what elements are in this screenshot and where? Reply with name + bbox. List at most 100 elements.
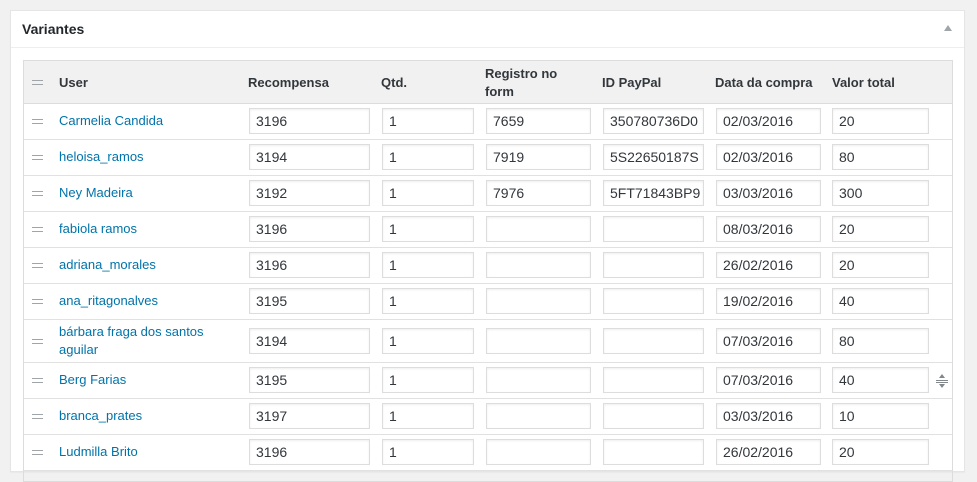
user-link[interactable]: branca_prates [59, 407, 229, 425]
qtd-input[interactable]: 1 [382, 328, 474, 354]
qtd-input[interactable]: 1 [382, 108, 474, 134]
table-row: branca_prates 3197 1 03/03/2016 10 [24, 399, 952, 435]
qtd-input[interactable]: 1 [382, 180, 474, 206]
paypal-input[interactable] [603, 439, 704, 465]
registro-input[interactable]: 7919 [486, 144, 591, 170]
data-input[interactable]: 07/03/2016 [716, 367, 821, 393]
variants-table: User Recompensa Qtd. Registro no form ID… [23, 60, 953, 482]
paypal-input[interactable]: 5S22650187S [603, 144, 704, 170]
header-user: User [59, 75, 88, 90]
registro-input[interactable] [486, 252, 591, 278]
registro-input[interactable]: 7976 [486, 180, 591, 206]
data-input[interactable]: 02/03/2016 [716, 144, 821, 170]
valor-input[interactable]: 300 [832, 180, 929, 206]
header-registro: Registro no form [485, 66, 558, 99]
qtd-input[interactable]: 1 [382, 252, 474, 278]
user-link[interactable]: Berg Farias [59, 371, 229, 389]
qtd-input[interactable]: 1 [382, 288, 474, 314]
table-header: User Recompensa Qtd. Registro no form ID… [24, 61, 952, 104]
variantes-panel: Variantes User Recompensa Qtd. Registro … [10, 10, 965, 482]
collapse-toggle-icon[interactable] [944, 25, 952, 31]
qtd-input[interactable]: 1 [382, 144, 474, 170]
table-row: Ney Madeira 3192 1 7976 5FT71843BP9 03/03/201… [24, 176, 952, 212]
header-qtd: Qtd. [381, 75, 407, 90]
valor-input[interactable]: 80 [832, 328, 929, 354]
recompensa-input[interactable]: 3196 [249, 252, 370, 278]
valor-input[interactable]: 10 [832, 403, 929, 429]
data-input[interactable]: 08/03/2016 [716, 216, 821, 242]
user-link[interactable]: bárbara fraga dos santos aguilar [59, 323, 229, 359]
qtd-input[interactable]: 1 [382, 439, 474, 465]
recompensa-input[interactable]: 3195 [249, 367, 370, 393]
table-row: adriana_morales 3196 1 26/02/2016 20 [24, 248, 952, 284]
recompensa-input[interactable]: 3195 [249, 288, 370, 314]
table-row: bárbara fraga dos santos aguilar 3194 1 07/… [24, 320, 952, 363]
qtd-input[interactable]: 1 [382, 367, 474, 393]
valor-input[interactable]: 20 [832, 252, 929, 278]
drag-handle-icon[interactable] [32, 263, 43, 268]
recompensa-input[interactable]: 3196 [249, 216, 370, 242]
paypal-input[interactable] [603, 328, 704, 354]
paypal-input[interactable] [603, 367, 704, 393]
panel-title: Variantes [22, 21, 85, 37]
data-input[interactable]: 19/02/2016 [716, 288, 821, 314]
drag-handle-icon[interactable] [32, 414, 43, 419]
valor-input[interactable]: 20 [832, 216, 929, 242]
user-link[interactable]: adriana_morales [59, 256, 229, 274]
drag-handle-icon[interactable] [32, 119, 43, 124]
valor-input[interactable]: 20 [832, 439, 929, 465]
user-link[interactable]: ana_ritagonalves [59, 292, 229, 310]
recompensa-input[interactable]: 3197 [249, 403, 370, 429]
paypal-input[interactable] [603, 403, 704, 429]
registro-input[interactable] [486, 328, 591, 354]
recompensa-input[interactable]: 3194 [249, 328, 370, 354]
vertical-resize-icon[interactable] [936, 374, 948, 388]
user-link[interactable]: Ney Madeira [59, 184, 229, 202]
drag-handle-icon[interactable] [32, 227, 43, 232]
paypal-input[interactable] [603, 288, 704, 314]
qtd-input[interactable]: 1 [382, 216, 474, 242]
data-input[interactable]: 26/02/2016 [716, 439, 821, 465]
drag-handle-icon [32, 80, 43, 85]
paypal-input[interactable]: 350780736D0 [603, 108, 704, 134]
header-paypal: ID PayPal [602, 75, 662, 90]
data-input[interactable]: 03/03/2016 [716, 180, 821, 206]
paypal-input[interactable]: 5FT71843BP9 [603, 180, 704, 206]
drag-handle-icon[interactable] [32, 299, 43, 304]
table-row: Ludmilla Brito 3196 1 26/02/2016 20 [24, 435, 952, 471]
paypal-input[interactable] [603, 216, 704, 242]
header-recompensa: Recompensa [248, 75, 329, 90]
user-link[interactable]: heloisa_ramos [59, 148, 229, 166]
valor-input[interactable]: 40 [832, 367, 929, 393]
user-link[interactable]: Ludmilla Brito [59, 443, 229, 461]
recompensa-input[interactable]: 3196 [249, 108, 370, 134]
data-input[interactable]: 03/03/2016 [716, 403, 821, 429]
drag-handle-icon[interactable] [32, 155, 43, 160]
table-row: Berg Farias 3195 1 07/03/2016 40 [24, 363, 952, 399]
drag-handle-icon[interactable] [32, 191, 43, 196]
drag-handle-icon[interactable] [32, 339, 43, 344]
valor-input[interactable]: 20 [832, 108, 929, 134]
table-row: heloisa_ramos 3194 1 7919 5S22650187S 02/03/2… [24, 140, 952, 176]
data-input[interactable]: 07/03/2016 [716, 328, 821, 354]
qtd-input[interactable]: 1 [382, 403, 474, 429]
data-input[interactable]: 26/02/2016 [716, 252, 821, 278]
valor-input[interactable]: 40 [832, 288, 929, 314]
user-link[interactable]: Carmelia Candida [59, 112, 229, 130]
valor-input[interactable]: 80 [832, 144, 929, 170]
registro-input[interactable] [486, 439, 591, 465]
registro-input[interactable] [486, 288, 591, 314]
registro-input[interactable] [486, 216, 591, 242]
user-link[interactable]: fabiola ramos [59, 220, 229, 238]
recompensa-input[interactable]: 3194 [249, 144, 370, 170]
recompensa-input[interactable]: 3196 [249, 439, 370, 465]
drag-handle-icon[interactable] [32, 378, 43, 383]
registro-input[interactable] [486, 403, 591, 429]
paypal-input[interactable] [603, 252, 704, 278]
registro-input[interactable]: 7659 [486, 108, 591, 134]
data-input[interactable]: 02/03/2016 [716, 108, 821, 134]
header-valor: Valor total [832, 75, 895, 90]
recompensa-input[interactable]: 3192 [249, 180, 370, 206]
registro-input[interactable] [486, 367, 591, 393]
table-row: Carmelia Candida 3196 1 7659 350780736D0 02/0… [24, 104, 952, 140]
